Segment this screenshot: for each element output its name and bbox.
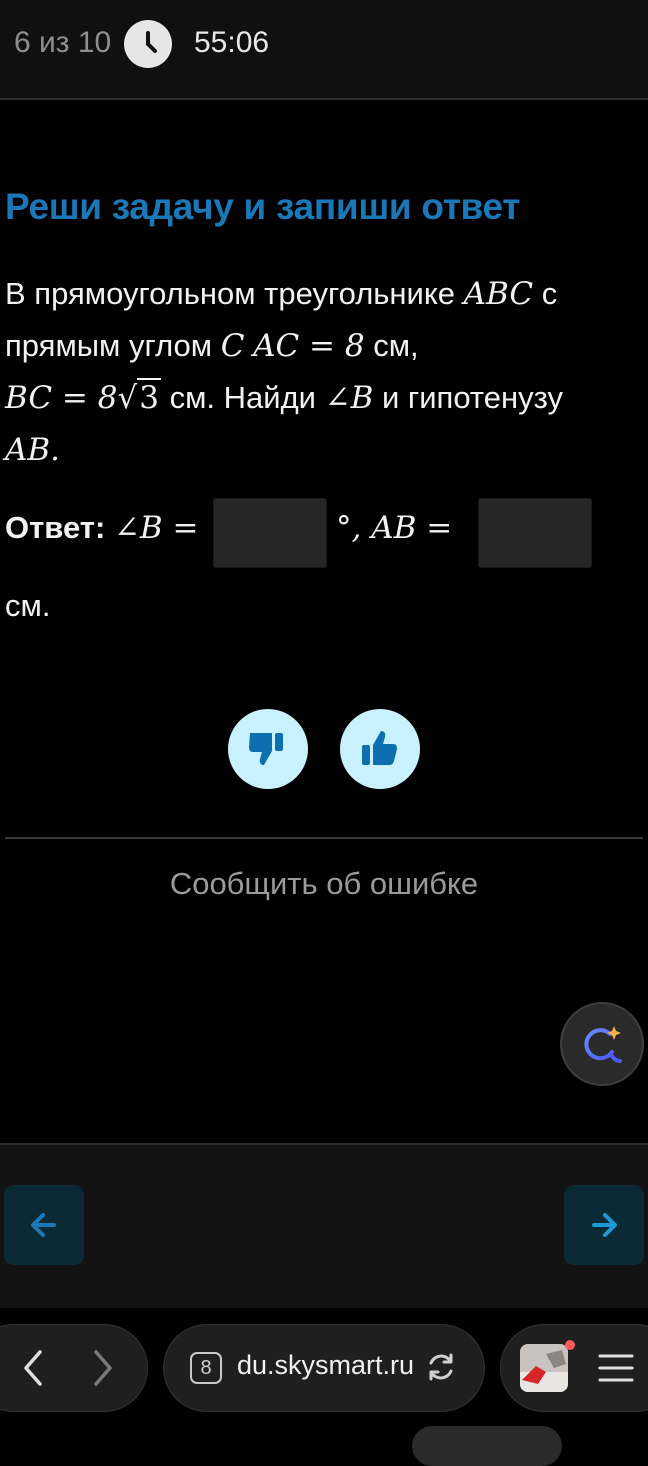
task-heading: Реши задачу и запиши ответ [5,186,521,227]
assistant-button[interactable] [560,1002,644,1086]
dislike-button[interactable] [228,709,308,789]
chevron-left-icon [24,1350,42,1386]
math-vertex: C [220,328,245,364]
task-text-part: см, [364,328,419,363]
answer-row: Ответ: ∠B = [5,510,199,546]
task-line-1: В прямоугольном треугольнике ABC с [5,268,635,320]
task-text: В прямоугольном треугольнике ABC с прямы… [5,268,635,476]
url-text[interactable]: du.skysmart.ru [237,1350,414,1381]
browser-menu-button[interactable] [598,1350,634,1386]
reload-button[interactable] [424,1350,458,1384]
gesture-handle [412,1426,562,1466]
footer-nav [0,1143,648,1310]
tab-count-badge[interactable]: 8 [190,1352,222,1384]
task-line-2: прямым углом C AC = 8 см, [5,320,635,372]
menu-icon [598,1354,634,1382]
notification-dot [565,1340,575,1350]
browser-back-button[interactable] [14,1348,54,1388]
next-question-button[interactable] [564,1185,644,1265]
task-text-part: и гипотенузу [373,380,563,415]
math-side-ac: AC = 8 [253,328,365,364]
task-text-part: с [533,276,558,311]
report-error-link[interactable]: Сообщить об ошибке [0,866,648,902]
task-line-3: BC = 8√3 см. Найди ∠B и гипотенузу [5,372,635,424]
answer-label: Ответ: [5,510,106,545]
ai-assistant-icon [584,1026,622,1063]
answer-angle-expr: ∠B = [113,510,199,546]
angle-answer-input[interactable] [213,498,327,568]
task-text-part: прямым углом [5,328,221,363]
math-side-bc: BC = 8 [5,380,118,416]
math-hypotenuse: AB. [5,432,61,468]
chevron-right-icon [94,1350,112,1386]
arrow-right-icon [592,1213,617,1237]
hypotenuse-answer-input[interactable] [478,498,592,568]
math-triangle: ABC [463,276,534,312]
answer-unit: см. [5,588,51,623]
task-text-part: В прямоугольном треугольнике [5,276,464,311]
browser-forward-button[interactable] [82,1348,122,1388]
divider [5,837,643,839]
arrow-left-icon [31,1213,56,1237]
tabs-thumbnail[interactable] [520,1344,568,1392]
thumbs-up-icon [362,731,397,765]
thumbs-down-icon [249,733,283,765]
task-line-4: AB. [5,424,635,476]
reload-icon [429,1353,453,1381]
like-button[interactable] [340,709,420,789]
math-angle-b: ∠B [324,380,374,416]
task-text-part: см. Найди [160,380,325,415]
timer: 55:06 [194,26,270,59]
sqrt-expression: √3 [117,378,161,416]
answer-ab-expr: °, AB = [336,510,453,546]
prev-question-button[interactable] [4,1185,84,1265]
sqrt-radicand: 3 [137,378,161,416]
question-counter: 6 из 10 [14,26,112,59]
clock-icon [124,20,172,68]
